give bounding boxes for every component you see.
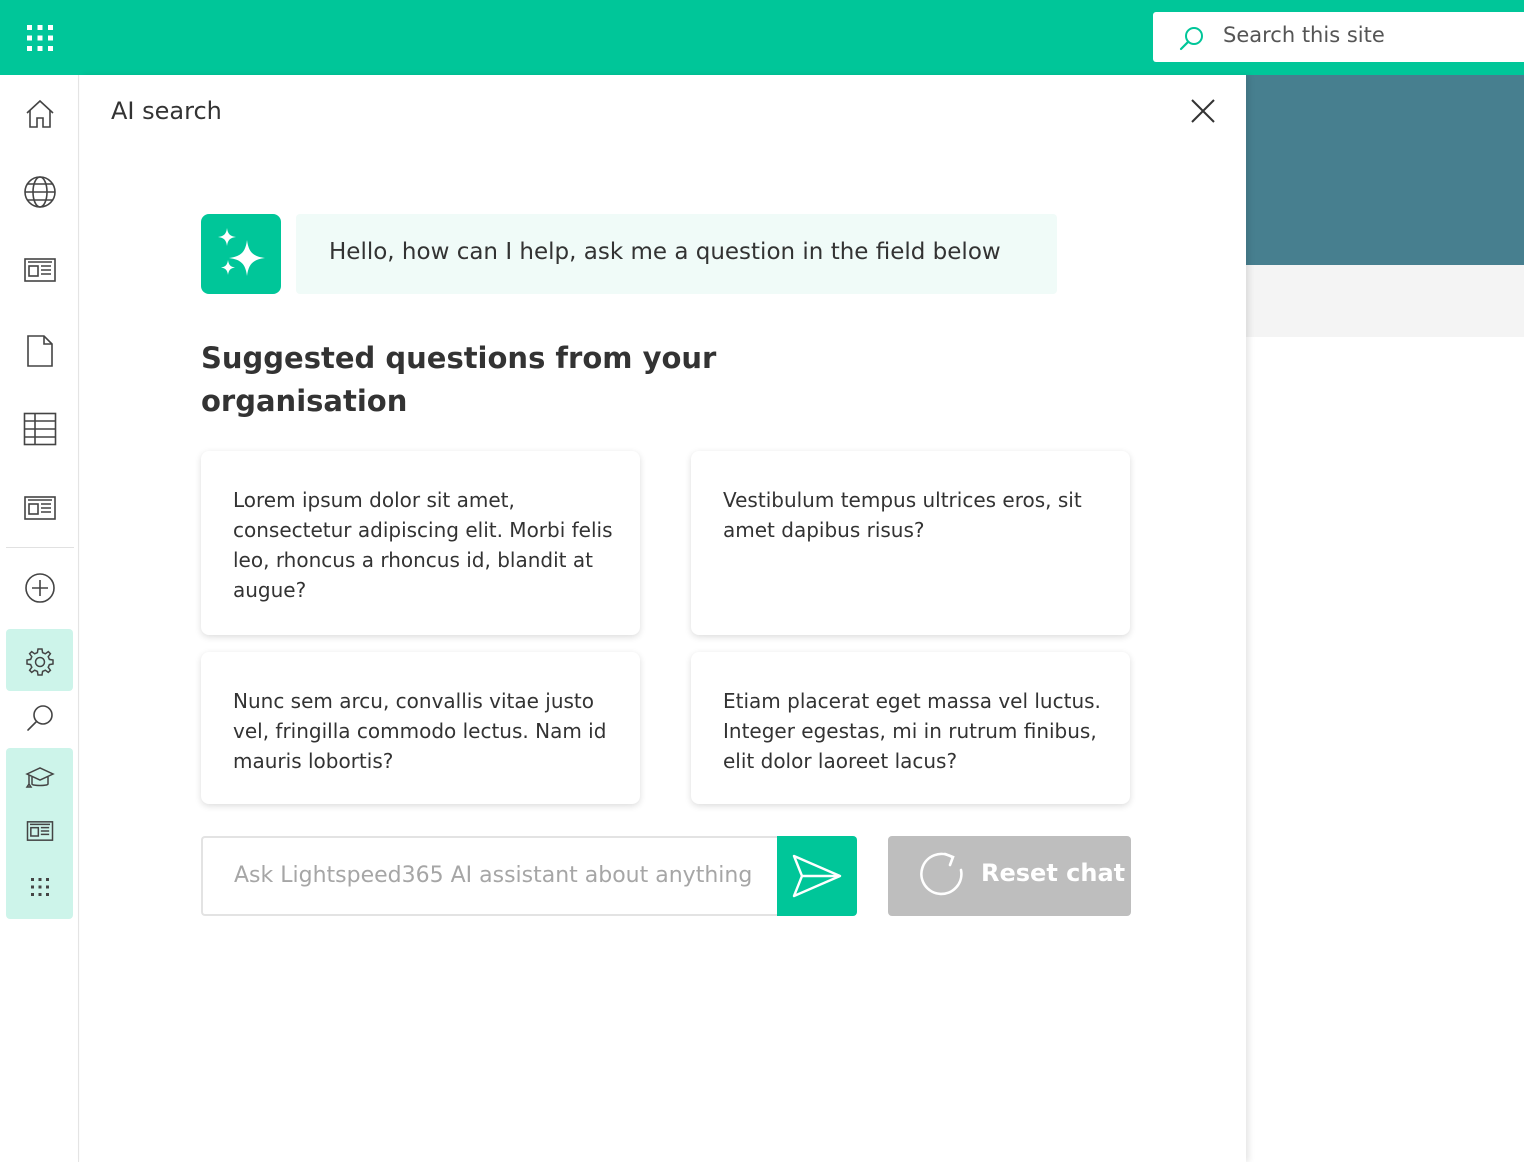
suggestion-card-3[interactable]: Nunc sem arcu, convallis vitae justo vel… <box>201 652 640 804</box>
close-button[interactable] <box>1188 96 1218 126</box>
graduation-cap-icon <box>25 767 55 788</box>
page-header-band <box>1245 75 1524 265</box>
rail-news-2[interactable] <box>20 488 60 528</box>
rail-document[interactable] <box>20 331 60 371</box>
rail-search[interactable] <box>20 698 60 738</box>
ask-assistant-input[interactable]: Ask Lightspeed365 AI assistant about any… <box>201 836 778 916</box>
globe-icon <box>24 176 56 208</box>
rail-add[interactable] <box>20 568 60 608</box>
assistant-greeting-bubble: Hello, how can I help, ask me a question… <box>296 214 1057 294</box>
search-placeholder: Search this site <box>1223 23 1385 47</box>
refresh-icon <box>920 852 963 896</box>
waffle-icon <box>27 25 53 51</box>
sparkle-icon <box>218 228 265 276</box>
rail-apps[interactable] <box>20 867 60 907</box>
rail-table[interactable] <box>20 409 60 449</box>
suggestion-text: Nunc sem arcu, convallis vitae justo vel… <box>233 689 607 773</box>
rail-divider <box>6 547 74 548</box>
search-icon <box>1179 27 1203 51</box>
search-icon <box>27 705 53 731</box>
app-launcher-button[interactable] <box>20 20 60 56</box>
assistant-greeting-text: Hello, how can I help, ask me a question… <box>329 239 1001 265</box>
rail-news-3[interactable] <box>20 811 60 851</box>
suggestion-card-2[interactable]: Vestibulum tempus ultrices eros, sit ame… <box>691 451 1130 635</box>
add-circle-icon <box>25 573 55 603</box>
rail-news-1[interactable] <box>20 250 60 290</box>
suggestion-text: Etiam placerat eget massa vel luctus. In… <box>723 689 1101 773</box>
site-search-input[interactable]: Search this site <box>1153 12 1524 62</box>
send-icon <box>792 854 842 898</box>
send-button[interactable] <box>777 836 857 916</box>
reset-chat-label: Reset chat <box>981 859 1126 887</box>
suggestion-text: Lorem ipsum dolor sit amet, consectetur … <box>233 488 613 602</box>
ai-assistant-avatar <box>201 214 281 294</box>
ask-input-placeholder: Ask Lightspeed365 AI assistant about any… <box>234 863 753 888</box>
close-icon <box>1191 99 1215 123</box>
news-icon <box>24 496 56 520</box>
rail-learning[interactable] <box>20 758 60 798</box>
left-nav-rail <box>0 75 79 1162</box>
ai-search-panel: AI search Hello, how can I help, ask me … <box>80 75 1246 1162</box>
panel-title: AI search <box>111 97 222 125</box>
suggestion-card-4[interactable]: Etiam placerat eget massa vel luctus. In… <box>691 652 1130 804</box>
rail-home[interactable] <box>20 94 60 134</box>
table-icon <box>23 412 57 446</box>
suggestion-card-1[interactable]: Lorem ipsum dolor sit amet, consectetur … <box>201 451 640 635</box>
reset-chat-button[interactable]: Reset chat <box>888 836 1131 916</box>
page-subheader-band <box>1245 265 1524 337</box>
top-bar: Search this site <box>0 0 1524 75</box>
news-icon <box>24 258 56 282</box>
home-icon <box>26 99 54 128</box>
suggestion-text: Vestibulum tempus ultrices eros, sit ame… <box>723 488 1082 542</box>
news-icon <box>26 821 54 841</box>
rail-settings[interactable] <box>20 642 60 682</box>
suggested-questions-heading: Suggested questions from your organisati… <box>201 341 717 418</box>
page-background <box>1245 75 1524 1162</box>
rail-globe[interactable] <box>20 172 60 212</box>
gear-icon <box>26 648 54 676</box>
document-icon <box>27 335 53 367</box>
waffle-icon <box>31 878 49 896</box>
